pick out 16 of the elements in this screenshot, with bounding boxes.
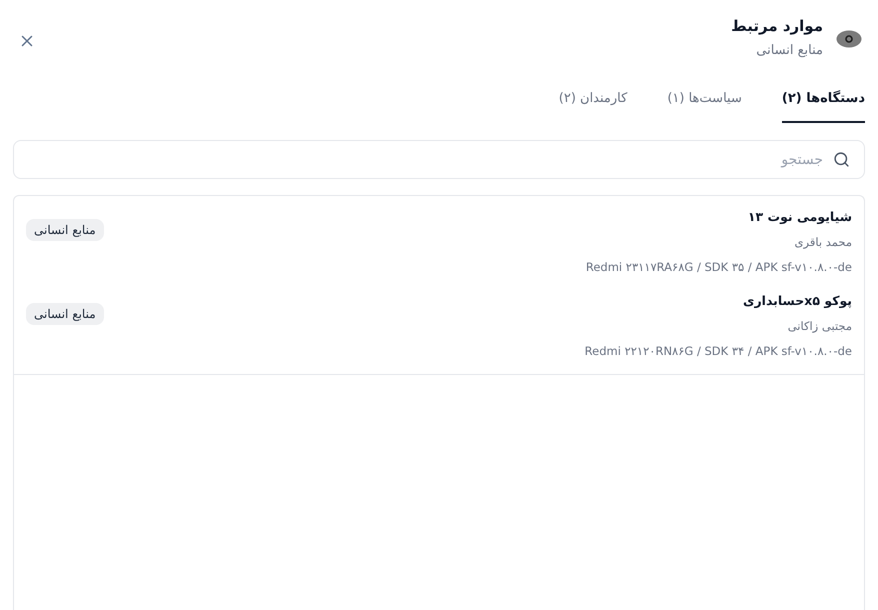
device-owner: مجتبی زاکانی: [788, 318, 852, 335]
search-icon: [833, 151, 850, 168]
department-tag: منابع انسانی: [26, 219, 104, 241]
device-name: شیایومی نوت ۱۳: [748, 208, 852, 226]
panel-subtitle: منابع انسانی: [756, 42, 823, 60]
device-name: پوکو x۵حسابداری: [743, 292, 852, 310]
department-tag: منابع انسانی: [26, 303, 104, 325]
tab[interactable]: سیاست‌ها (۱): [667, 89, 742, 123]
device-owner: محمد باقری: [794, 234, 852, 251]
search-field[interactable]: جستجو: [13, 140, 865, 179]
tab[interactable]: دستگاه‌ها (۲): [782, 89, 865, 123]
device-details: Redmi ۲۳۱۱۷RA۶۸G / SDK ۳۵ / APK sf-v۱۰.۸.۰-de: [586, 259, 852, 276]
panel-title: موارد مرتبط: [731, 16, 823, 37]
eye-icon: [836, 30, 862, 48]
tab[interactable]: کارمندان (۲): [558, 89, 628, 123]
device-details: Redmi ۲۲۱۲۰RN۸۶G / SDK ۳۴ / APK sf-v۱۰.۸.۰-de: [584, 343, 852, 360]
